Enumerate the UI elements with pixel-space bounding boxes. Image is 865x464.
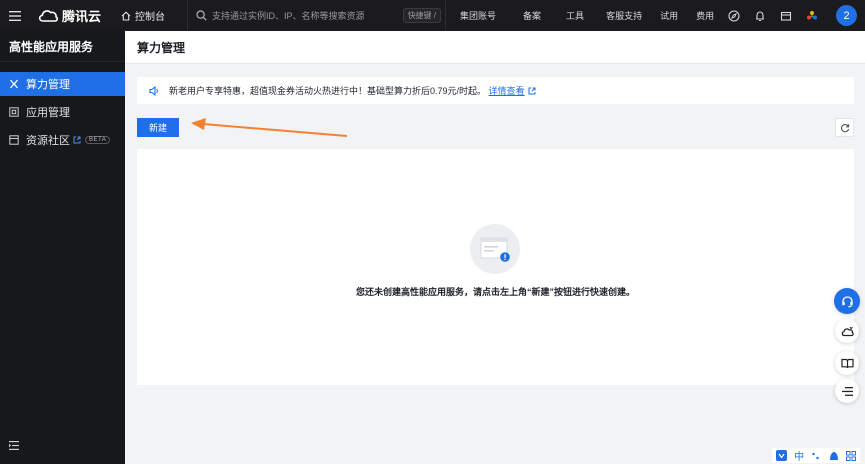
top-icons <box>728 9 818 22</box>
beta-badge: BETA <box>85 136 111 144</box>
grid-tools-icon[interactable] <box>846 450 857 461</box>
skin-icon[interactable] <box>829 451 839 461</box>
promo-notice: 新老用户专享特惠，超值现金券活动火热进行中！基础型算力折后0.79元/时起。 详… <box>137 77 854 104</box>
notice-text: 新老用户专享特惠，超值现金券活动火热进行中！基础型算力折后0.79元/时起。 <box>169 86 487 96</box>
sidebar-item-label: 应用管理 <box>26 107 70 119</box>
ime-logo-icon[interactable] <box>775 450 787 461</box>
search-icon <box>196 10 207 21</box>
nav-billing[interactable]: 费用 <box>696 9 714 22</box>
bell-icon[interactable] <box>754 10 766 22</box>
empty-state-message: 您还未创建高性能应用服务，请点击左上角“新建”按钮进行快速创建。 <box>355 287 635 297</box>
product-title: 高性能应用服务 <box>0 31 125 62</box>
cloud-logo-icon <box>38 10 58 22</box>
colorful-app-icon[interactable] <box>806 10 818 22</box>
menu-icon[interactable] <box>0 0 30 31</box>
compute-icon <box>10 79 18 89</box>
divider <box>445 0 447 31</box>
list-menu-button[interactable] <box>835 379 859 403</box>
external-link-icon <box>528 87 536 94</box>
brand-logo[interactable]: 腾讯云 <box>38 6 101 25</box>
sidebar-item-label: 算力管理 <box>26 79 70 91</box>
external-link-icon <box>73 136 81 144</box>
headset-icon <box>841 295 853 307</box>
cloud-upload-icon <box>841 326 854 336</box>
top-bar: 腾讯云 控制台 支持通过实例ID、IP、名称等搜索资源 快捷键 / 集团账号 备… <box>0 0 865 31</box>
sidebar-item-compute[interactable]: 算力管理 <box>0 72 125 96</box>
ime-language-toggle[interactable]: 中 <box>794 448 804 463</box>
divider <box>187 0 189 31</box>
empty-state-panel: 您还未创建高性能应用服务，请点击左上角“新建”按钮进行快速创建。 <box>137 149 854 385</box>
empty-illustration-icon <box>470 224 520 274</box>
list-icon <box>841 386 853 396</box>
cloud-tool-button[interactable] <box>835 319 859 343</box>
sidebar: 高性能应用服务 算力管理 应用管理 资源社区 BETA <box>0 31 125 464</box>
nav-group-account[interactable]: 集团账号 <box>460 9 496 22</box>
sidebar-item-community[interactable]: 资源社区 BETA <box>0 128 125 152</box>
home-icon <box>121 10 131 21</box>
avatar[interactable]: 2 <box>836 5 857 26</box>
sidebar-item-apps[interactable]: 应用管理 <box>0 100 125 124</box>
search-placeholder: 支持通过实例ID、IP、名称等搜索资源 <box>212 11 365 21</box>
app-icon <box>9 107 19 117</box>
create-button[interactable]: 新建 <box>137 118 179 137</box>
page-title: 算力管理 <box>125 31 865 64</box>
speaker-icon <box>149 85 158 96</box>
community-icon <box>9 135 19 145</box>
customer-service-button[interactable] <box>834 288 860 314</box>
search-input[interactable]: 支持通过实例ID、IP、名称等搜索资源 快捷键 / <box>196 8 442 23</box>
nav-trial[interactable]: 试用 <box>660 9 678 22</box>
nav-filing[interactable]: 备案 <box>523 9 541 22</box>
collapse-sidebar-icon[interactable] <box>9 439 19 453</box>
ime-toolbar: 中 <box>772 448 860 463</box>
billing-card-icon[interactable] <box>780 10 792 22</box>
notice-link-label: 详情查看 <box>488 86 525 96</box>
nav-support[interactable]: 客服支持 <box>606 9 642 22</box>
compass-icon[interactable] <box>728 9 740 22</box>
shortcut-hint: 快捷键 / <box>402 8 442 23</box>
docs-button[interactable] <box>835 351 859 375</box>
nav-tools[interactable]: 工具 <box>566 9 584 22</box>
annotation-arrow <box>191 118 348 137</box>
console-label: 控制台 <box>135 12 166 23</box>
book-icon <box>840 358 854 368</box>
sidebar-item-label: 资源社区 <box>26 135 70 147</box>
brand-name: 腾讯云 <box>62 9 102 24</box>
notice-detail-link[interactable]: 详情查看 <box>489 84 536 97</box>
refresh-icon <box>840 123 849 132</box>
console-link[interactable]: 控制台 <box>121 8 165 23</box>
main-content: 算力管理 新老用户专享特惠，超值现金券活动火热进行中！基础型算力折后0.79元/… <box>125 31 865 464</box>
top-nav: 集团账号 备案 工具 客服支持 试用 费用 <box>460 9 714 22</box>
punctuation-icon[interactable] <box>811 451 821 461</box>
refresh-button[interactable] <box>835 118 854 137</box>
